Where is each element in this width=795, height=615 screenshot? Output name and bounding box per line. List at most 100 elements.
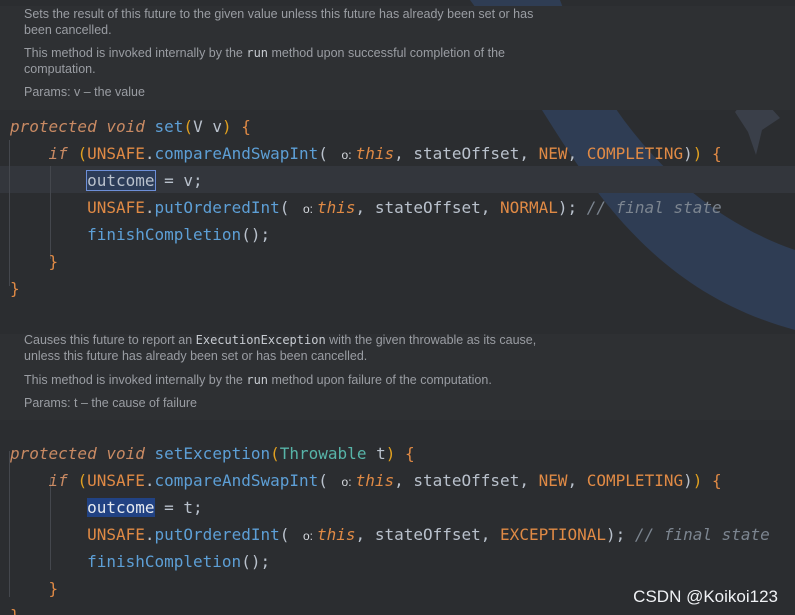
selected-identifier[interactable]: outcome	[87, 498, 155, 517]
doc-code-ref: ExecutionException	[195, 333, 326, 347]
brace: }	[48, 579, 59, 598]
doc-line: Sets the result of this future to the gi…	[24, 6, 533, 22]
code-text: .	[144, 525, 155, 544]
keyword: void	[106, 117, 145, 136]
watermark: CSDN @Koikoi123	[633, 587, 778, 606]
code-text: (	[279, 198, 299, 217]
code-line[interactable]: protected void set(V v) {	[10, 113, 251, 140]
this-keyword: this	[355, 144, 395, 163]
code-line[interactable]: outcome = v;	[10, 167, 203, 194]
code-text: )	[683, 144, 693, 163]
doc-text: with the given throwable as its cause,	[325, 333, 537, 347]
comment: // final state	[634, 525, 770, 544]
method-name: putOrderedInt	[154, 525, 280, 544]
type-name: Throwable	[279, 444, 367, 463]
javadoc-setException: Causes this future to report an Executio…	[0, 332, 795, 420]
code-line[interactable]: if (UNSAFE.compareAndSwapInt( o: this, st…	[10, 467, 722, 494]
paren: (	[270, 444, 280, 463]
code-text: t	[366, 444, 386, 463]
code-line[interactable]: UNSAFE.putOrderedInt( o: this, stateOffse…	[10, 521, 770, 548]
code-line[interactable]: }	[10, 575, 59, 602]
code-text: = v;	[154, 171, 203, 190]
constant: COMPLETING	[586, 144, 684, 163]
code-text: , stateOffset,	[355, 525, 501, 544]
doc-line: been cancelled.	[24, 22, 112, 38]
code-line[interactable]: finishCompletion();	[10, 221, 270, 248]
keyword: protected	[10, 117, 97, 136]
doc-code-ref: run	[246, 46, 269, 60]
doc-text: method upon successful completion of the	[268, 46, 505, 60]
code-text: )	[683, 471, 693, 490]
doc-line: Params: v – the value	[24, 84, 145, 100]
code-line[interactable]: outcome = t;	[10, 494, 203, 521]
code-text: ();	[241, 225, 271, 244]
method-name: compareAndSwapInt	[154, 144, 319, 163]
constant: UNSAFE	[87, 198, 145, 217]
constant: COMPLETING	[586, 471, 684, 490]
brace: }	[10, 606, 20, 615]
paren: )	[221, 117, 232, 136]
code-text: ();	[241, 552, 271, 571]
method-name: finishCompletion	[87, 552, 242, 571]
code-text: .	[144, 471, 155, 490]
brace: {	[712, 471, 722, 490]
doc-text: unless this future has already been set …	[24, 349, 368, 363]
code-editor[interactable]: Sets the result of this future to the gi…	[0, 0, 795, 615]
code-text: = t;	[154, 498, 203, 517]
paren: )	[385, 444, 396, 463]
code-line[interactable]: UNSAFE.putOrderedInt( o: this, stateOffse…	[10, 194, 722, 221]
constant: NEW	[538, 144, 568, 163]
brace: }	[10, 279, 20, 298]
code-text: (	[318, 471, 338, 490]
this-keyword: this	[355, 471, 395, 490]
paren: )	[692, 144, 703, 163]
highlighted-identifier[interactable]: outcome	[86, 170, 156, 191]
code-line[interactable]: finishCompletion();	[10, 548, 270, 575]
doc-line: This method is invoked internally by the…	[24, 45, 505, 61]
code-line[interactable]: protected void setException(Throwable t)…	[10, 440, 415, 467]
method-name: putOrderedInt	[154, 198, 280, 217]
doc-text: Params: t – the cause of failure	[24, 396, 198, 410]
doc-line: Causes this future to report an Executio…	[24, 332, 536, 348]
code-line[interactable]: }	[10, 275, 20, 302]
brace: }	[48, 252, 59, 271]
keyword: protected	[10, 444, 97, 463]
constant: NORMAL	[500, 198, 558, 217]
paren: (	[183, 117, 194, 136]
code-line[interactable]: if (UNSAFE.compareAndSwapInt( o: this, st…	[10, 140, 722, 167]
doc-text: method upon failure of the computation.	[268, 373, 492, 387]
paren: )	[692, 471, 703, 490]
doc-text: been cancelled.	[24, 23, 112, 37]
doc-line: computation.	[24, 61, 96, 77]
method-name: finishCompletion	[87, 225, 242, 244]
code-line[interactable]: }	[10, 602, 20, 615]
doc-line: Params: t – the cause of failure	[24, 395, 197, 411]
constant: UNSAFE	[87, 144, 145, 163]
code-text: );	[557, 198, 587, 217]
constant: EXCEPTIONAL	[500, 525, 607, 544]
brace: {	[712, 144, 722, 163]
this-keyword: this	[317, 198, 356, 217]
code-text: , stateOffset,	[394, 471, 539, 490]
comment: // final state	[586, 198, 722, 217]
doc-text: This method is invoked internally by the	[24, 373, 247, 387]
code-text: (	[318, 144, 338, 163]
code-line[interactable]: }	[10, 248, 59, 275]
this-keyword: this	[317, 525, 356, 544]
paren: (	[77, 471, 88, 490]
